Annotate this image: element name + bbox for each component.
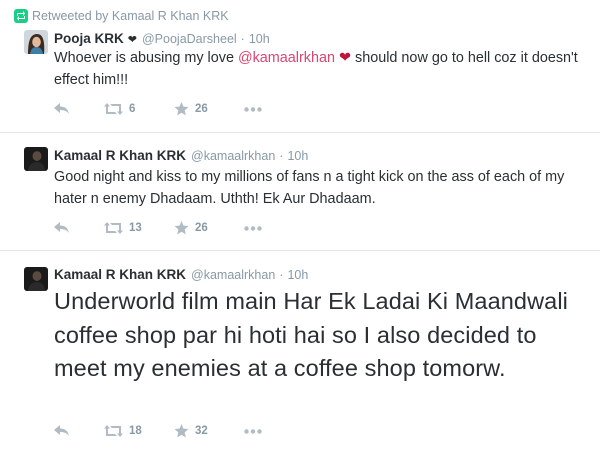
avatar[interactable] (24, 147, 48, 171)
retweet-context: Retweeted by Kamaal R Khan KRK (14, 8, 229, 24)
fullname[interactable]: Kamaal R Khan KRK (54, 148, 186, 163)
favorite-count[interactable]: 26 (195, 103, 208, 115)
tweet-actions: 18 32 (54, 423, 274, 439)
retweet-icon (104, 103, 123, 115)
separator: · (279, 268, 284, 282)
retweet-context-text[interactable]: Retweeted by Kamaal R Khan KRK (32, 9, 229, 23)
tweet-text: Good night and kiss to my millions of fa… (54, 169, 565, 207)
avatar-man-image (24, 147, 48, 171)
favorite-button[interactable]: 26 (174, 221, 244, 235)
name-heart-icon: ❤ (127, 34, 137, 46)
tweet-text: Whoever is abusing my love @kamaalrkhan … (54, 47, 594, 91)
avatar[interactable] (24, 30, 48, 54)
username[interactable]: @PoojaDarsheel (142, 32, 237, 46)
tweet-actions: 6 26 (54, 101, 274, 117)
retweet-count[interactable]: 13 (129, 222, 142, 234)
tweet-text: Underworld film main Har Ek Ladai Ki Maa… (54, 288, 568, 381)
timestamp[interactable]: 10h (287, 149, 308, 163)
tweet-actions: 13 26 (54, 220, 274, 236)
timestamp[interactable]: 10h (287, 268, 308, 282)
tweet-header: Kamaal R Khan KRK @kamaalrkhan · 10h (54, 148, 308, 163)
mention-link[interactable]: @kamaalrkhan (238, 50, 335, 66)
tweet-header: Pooja KRK ❤ @PoojaDarsheel · 10h (54, 31, 270, 46)
more-button[interactable] (244, 225, 274, 231)
more-button[interactable] (244, 428, 274, 434)
star-icon (174, 424, 189, 438)
separator: · (240, 32, 245, 46)
username[interactable]: @kamaalrkhan (191, 268, 275, 282)
more-icon (244, 225, 262, 231)
star-icon (174, 221, 189, 235)
favorite-count[interactable]: 32 (195, 425, 208, 437)
separator: · (279, 149, 284, 163)
timestamp[interactable]: 10h (249, 32, 270, 46)
fullname[interactable]: Pooja KRK (54, 31, 124, 46)
tweet[interactable]: Retweeted by Kamaal R Khan KRK Pooja KRK… (0, 0, 600, 133)
tweet[interactable]: Kamaal R Khan KRK @kamaalrkhan · 10h Goo… (0, 133, 600, 251)
heart-emoji: ❤ (338, 50, 352, 66)
reply-icon (54, 103, 69, 114)
retweet-context-icon (14, 9, 28, 23)
reply-button[interactable] (54, 103, 104, 115)
retweet-button[interactable]: 13 (104, 222, 174, 234)
reply-button[interactable] (54, 425, 104, 437)
retweet-button[interactable]: 18 (104, 425, 174, 437)
reply-icon (54, 425, 69, 436)
avatar[interactable] (24, 267, 48, 291)
avatar-woman-image (24, 30, 48, 54)
tweet-header: Kamaal R Khan KRK @kamaalrkhan · 10h (54, 267, 308, 282)
retweet-icon (104, 425, 123, 437)
avatar-man-image (24, 267, 48, 291)
retweet-count[interactable]: 6 (129, 103, 135, 115)
reply-icon (54, 222, 69, 233)
retweet-icon (104, 222, 123, 234)
retweet-count[interactable]: 18 (129, 425, 142, 437)
favorite-count[interactable]: 26 (195, 222, 208, 234)
more-icon (244, 428, 262, 434)
reply-button[interactable] (54, 222, 104, 234)
favorite-button[interactable]: 26 (174, 102, 244, 116)
tweet[interactable]: Kamaal R Khan KRK @kamaalrkhan · 10h Und… (0, 251, 600, 450)
favorite-button[interactable]: 32 (174, 424, 244, 438)
star-icon (174, 102, 189, 116)
tweet-text-part: Whoever is abusing my love (54, 50, 238, 66)
fullname[interactable]: Kamaal R Khan KRK (54, 267, 186, 282)
retweet-button[interactable]: 6 (104, 103, 174, 115)
more-button[interactable] (244, 106, 274, 112)
more-icon (244, 106, 262, 112)
username[interactable]: @kamaalrkhan (191, 149, 275, 163)
